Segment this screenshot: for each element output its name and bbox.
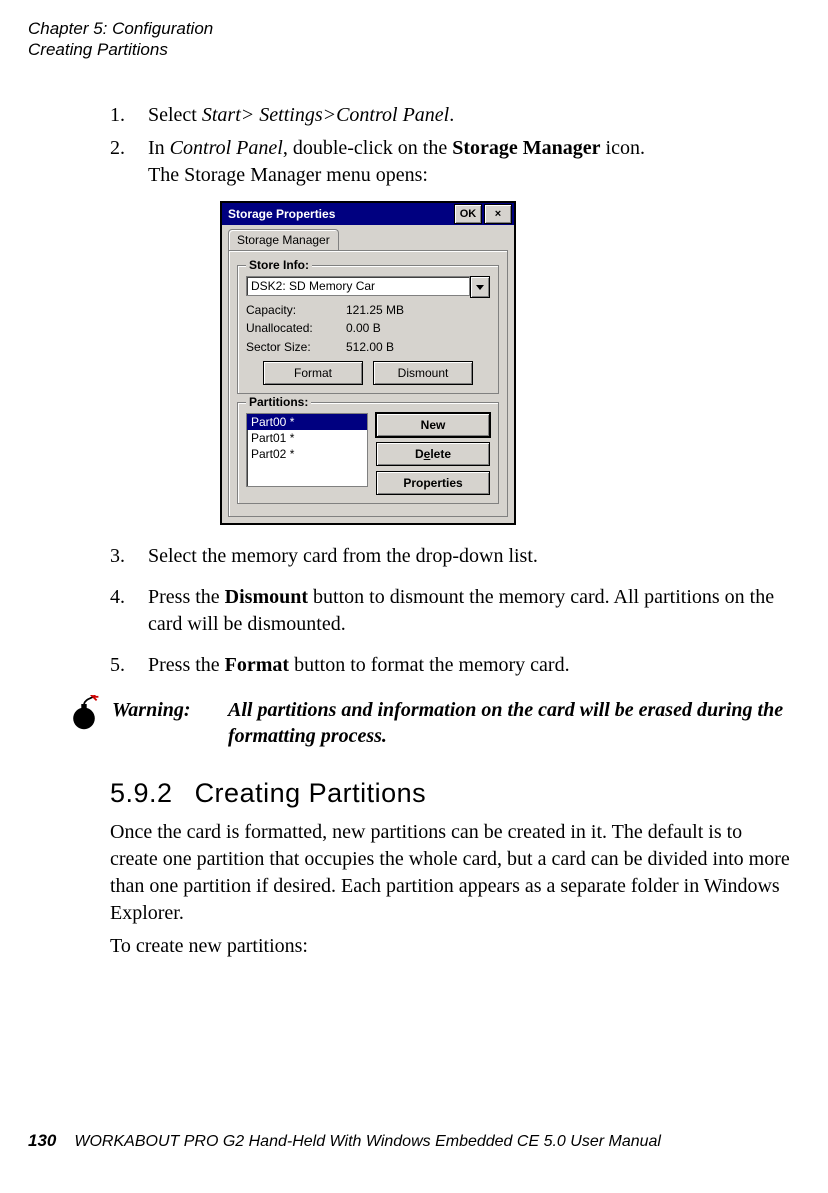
step-number: 4. xyxy=(110,584,125,611)
bomb-icon xyxy=(66,695,102,739)
window-title: Storage Properties xyxy=(228,206,452,222)
warning-label: Warning: xyxy=(112,697,228,724)
text: Select xyxy=(148,104,202,126)
partitions-group: Partitions: Part00 * Part01 * Part02 * N… xyxy=(237,402,499,504)
new-button[interactable]: New xyxy=(376,413,490,437)
capacity-value: 121.25 MB xyxy=(346,302,490,318)
step-text: Select the memory card from the drop-dow… xyxy=(148,545,538,567)
tab-storage-manager[interactable]: Storage Manager xyxy=(228,229,339,250)
text: Press the xyxy=(148,586,225,608)
body-content: 1. Select Start> Settings>Control Panel.… xyxy=(110,102,790,966)
step-text: Press the Dismount button to dismount th… xyxy=(148,586,774,635)
group-title: Store Info: xyxy=(246,257,312,273)
close-button[interactable]: × xyxy=(484,204,512,224)
capacity-label: Capacity: xyxy=(246,302,346,318)
storage-properties-window: Storage Properties OK × Storage Manager … xyxy=(220,201,516,525)
warning-block: Warning: All partitions and information … xyxy=(66,697,790,749)
title-bar: Storage Properties OK × xyxy=(222,203,514,225)
text: . xyxy=(449,104,454,126)
delete-rest: lete xyxy=(430,446,451,462)
sector-label: Sector Size: xyxy=(246,339,346,355)
properties-button[interactable]: Properties xyxy=(376,471,490,495)
store-selected: DSK2: SD Memory Car xyxy=(246,276,470,296)
section-number: 5.9.2 xyxy=(110,778,173,808)
header-chapter: Chapter 5: Configuration xyxy=(28,18,213,39)
running-header: Chapter 5: Configuration Creating Partit… xyxy=(28,18,213,61)
screenshot: Storage Properties OK × Storage Manager … xyxy=(220,201,790,525)
step-4: 4. Press the Dismount button to dismount… xyxy=(110,584,790,638)
text: The Storage Manager menu opens: xyxy=(148,164,428,186)
step-number: 1. xyxy=(110,102,125,129)
store-buttons: Format Dismount xyxy=(246,361,490,385)
paragraph: To create new partitions: xyxy=(110,933,790,960)
text-italic: Control Panel xyxy=(170,137,283,159)
sector-row: Sector Size: 512.00 B xyxy=(246,339,490,355)
tab-strip: Storage Manager xyxy=(222,225,514,250)
dismount-button[interactable]: Dismount xyxy=(373,361,473,385)
step-1: 1. Select Start> Settings>Control Panel. xyxy=(110,102,790,129)
partitions-listbox[interactable]: Part00 * Part01 * Part02 * xyxy=(246,413,368,487)
group-title: Partitions: xyxy=(246,394,311,410)
ok-button[interactable]: OK xyxy=(454,204,482,224)
unallocated-label: Unallocated: xyxy=(246,320,346,336)
step-text: In Control Panel, double-click on the St… xyxy=(148,137,645,186)
header-section: Creating Partitions xyxy=(28,39,213,60)
footer-text: WORKABOUT PRO G2 Hand-Held With Windows … xyxy=(74,1133,661,1151)
step-text: Press the Format button to format the me… xyxy=(148,654,570,676)
partitions-row: Part00 * Part01 * Part02 * New Delete Pr… xyxy=(246,413,490,495)
list-item[interactable]: Part02 * xyxy=(247,446,367,462)
text: Press the xyxy=(148,654,225,676)
step-number: 3. xyxy=(110,543,125,570)
partition-buttons: New Delete Properties xyxy=(376,413,490,495)
unallocated-value: 0.00 B xyxy=(346,320,490,336)
step-number: 5. xyxy=(110,652,125,679)
step-text: Select Start> Settings>Control Panel. xyxy=(148,104,454,126)
step-2: 2. In Control Panel, double-click on the… xyxy=(110,135,790,189)
store-info-group: Store Info: DSK2: SD Memory Car Capacity… xyxy=(237,265,499,394)
section-title: Creating Partitions xyxy=(195,778,427,808)
page: Chapter 5: Configuration Creating Partit… xyxy=(0,0,828,1193)
tab-panel: Store Info: DSK2: SD Memory Car Capacity… xyxy=(228,250,508,517)
section-heading: 5.9.2 Creating Partitions xyxy=(110,775,790,811)
text: In xyxy=(148,137,170,159)
warning-text: All partitions and information on the ca… xyxy=(228,697,790,749)
capacity-row: Capacity: 121.25 MB xyxy=(246,302,490,318)
list-item[interactable]: Part00 * xyxy=(247,414,367,430)
text: , double-click on the xyxy=(283,137,452,159)
text-bold: Format xyxy=(225,654,289,676)
step-3: 3. Select the memory card from the drop-… xyxy=(110,543,790,570)
page-footer: 130 WORKABOUT PRO G2 Hand-Held With Wind… xyxy=(28,1131,661,1151)
page-number: 130 xyxy=(28,1131,56,1151)
format-button[interactable]: Format xyxy=(263,361,363,385)
store-combobox[interactable]: DSK2: SD Memory Car xyxy=(246,276,490,298)
sector-value: 512.00 B xyxy=(346,339,490,355)
text-italic: Start> Settings>Control Panel xyxy=(202,104,449,126)
delete-button[interactable]: Delete xyxy=(376,442,490,466)
paragraph: Once the card is formatted, new partitio… xyxy=(110,819,790,927)
step-number: 2. xyxy=(110,135,125,162)
text: icon. xyxy=(601,137,645,159)
combo-dropdown-button[interactable] xyxy=(470,276,490,298)
step-5: 5. Press the Format button to format the… xyxy=(110,652,790,679)
text: button to format the memory card. xyxy=(289,654,569,676)
text-bold: Dismount xyxy=(225,586,308,608)
chevron-down-icon xyxy=(476,285,484,290)
list-item[interactable]: Part01 * xyxy=(247,430,367,446)
text-bold: Storage Manager xyxy=(452,137,600,159)
unallocated-row: Unallocated: 0.00 B xyxy=(246,320,490,336)
